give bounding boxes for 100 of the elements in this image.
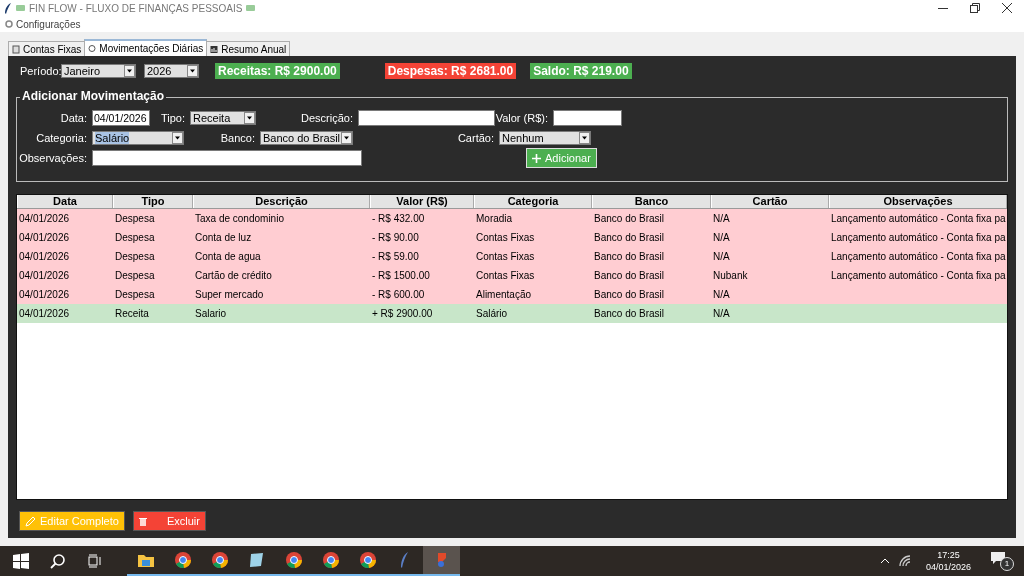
column-header[interactable]: Observações (829, 195, 1007, 208)
notification-badge: 1 (1000, 557, 1014, 571)
field-label: Banco: (219, 132, 255, 144)
table-cell-text: 04/01/2026 (18, 270, 71, 281)
notification-icon[interactable] (990, 551, 1006, 565)
table-row[interactable]: 04/01/2026 Despesa Cartão de crédito - R$ 1500.00 Contas Fixas Banco do Brasil Nubank Lançamento automático - Conta fixa pa (17, 266, 1007, 285)
windows-start-icon[interactable] (12, 553, 29, 569)
table-cell-text: Super mercado (194, 289, 265, 300)
table-cell-text: Contas Fixas (475, 251, 536, 262)
tab[interactable]: Movimentações Diárias (84, 39, 208, 56)
table-cell-text: Nubank (712, 270, 749, 281)
summary-badge: Despesas: R$ 2681.00 (384, 63, 517, 79)
pencil-icon (25, 515, 36, 527)
caret-icon (187, 65, 198, 77)
table-row[interactable]: 04/01/2026 Despesa Taxa de condominio - R$ 432.00 Moradia Banco do Brasil N/A Lançamento automático - Conta fixa pa (17, 209, 1007, 228)
document-icon (12, 44, 20, 54)
dropdown[interactable]: Receita (190, 111, 256, 125)
table-cell-text: - R$ 600.00 (371, 289, 426, 300)
table-cell-text: - R$ 90.00 (371, 232, 420, 243)
group-title: Adicionar Movimentação (20, 89, 167, 103)
table-cell-text: Taxa de condominio (194, 213, 285, 224)
table-row[interactable]: 04/01/2026 Despesa Super mercado - R$ 600.00 Alimentação Banco do Brasil N/A (17, 285, 1007, 304)
table-cell-text: Despesa (114, 232, 156, 243)
input-field[interactable] (358, 110, 495, 126)
table-cell-text: 04/01/2026 (18, 232, 71, 243)
window-title: FIN FLOW - FLUXO DE FINANÇAS PESSOAIS (29, 2, 243, 14)
column-header[interactable]: Banco (592, 195, 711, 208)
caret-icon (341, 132, 352, 144)
summary-badge: Saldo: R$ 219.00 (530, 63, 632, 79)
delete-button[interactable]: Excluir (132, 511, 206, 531)
task-view-icon[interactable] (87, 554, 102, 568)
chevron-up-icon[interactable] (879, 558, 890, 564)
table-cell-text: Cartão de crédito (194, 270, 273, 281)
column-header[interactable]: Valor (R$) (370, 195, 474, 208)
column-header[interactable]: Data (17, 195, 113, 208)
table-cell-text: Contas Fixas (475, 232, 536, 243)
clock-time[interactable]: 17:25 (937, 549, 960, 561)
table-cell-text: Salário (475, 308, 509, 319)
wifi-icon[interactable] (898, 555, 911, 567)
table-cell-text: Despesa (114, 270, 156, 281)
table-cell-text: Conta de luz (194, 232, 253, 243)
month-dropdown[interactable]: Janeiro (61, 64, 136, 78)
period-label: Período: (20, 65, 61, 77)
table-cell-text: Banco do Brasil (593, 213, 666, 224)
table-cell-text: Lançamento automático - Conta fixa pa (830, 213, 1007, 224)
table-cell-text: N/A (712, 213, 731, 224)
column-header[interactable]: Descrição (193, 195, 370, 208)
table-cell-text: Despesa (114, 251, 156, 262)
table-cell-text: 04/01/2026 (18, 289, 71, 300)
field-label: Cartão: (456, 132, 494, 144)
input-field[interactable]: 04/01/2026 (92, 110, 150, 126)
close-icon[interactable] (1002, 3, 1012, 13)
search-icon[interactable] (49, 553, 66, 569)
caret-icon (579, 132, 590, 144)
table-cell-text: Lançamento automático - Conta fixa pa (830, 251, 1007, 262)
table-cell-text: N/A (712, 308, 731, 319)
trash-icon (138, 516, 147, 526)
table-cell-text: Banco do Brasil (593, 289, 666, 300)
browser-icon (321, 551, 340, 569)
field-label: Data: (59, 112, 87, 124)
table-cell-text: Receita (114, 308, 150, 319)
input-field[interactable] (92, 150, 362, 166)
dropdown[interactable]: Nenhum (499, 131, 591, 145)
coin-icon (88, 44, 97, 53)
feather-icon (4, 2, 12, 14)
column-header[interactable]: Cartão (711, 195, 829, 208)
browser-icon (284, 551, 303, 569)
table-cell-text: 04/01/2026 (18, 308, 71, 319)
field-label: Observações: (18, 152, 87, 164)
table-cell-text: N/A (712, 251, 731, 262)
field-label: Tipo: (159, 112, 185, 124)
table-cell-text: 04/01/2026 (18, 213, 71, 224)
restore-icon[interactable] (970, 3, 980, 13)
table-cell-text: Banco do Brasil (593, 308, 666, 319)
table-cell-text: - R$ 432.00 (371, 213, 426, 224)
clock-date[interactable]: 04/01/2026 (925, 561, 971, 573)
table-cell-text: - R$ 59.00 (371, 251, 420, 262)
tab[interactable]: Contas Fixas (8, 41, 86, 56)
tab[interactable]: Resumo Anual (206, 41, 291, 56)
table-row[interactable]: 04/01/2026 Despesa Conta de agua - R$ 59.00 Contas Fixas Banco do Brasil N/A Lançamento automático - Conta fixa pa (17, 247, 1007, 266)
field-label: Descrição: (300, 112, 353, 124)
caret-icon (124, 65, 135, 77)
column-header[interactable]: Categoria (474, 195, 592, 208)
table-cell-text: N/A (712, 232, 731, 243)
browser-icon (173, 551, 192, 569)
caret-icon (244, 112, 255, 124)
table-row[interactable]: 04/01/2026 Despesa Conta de luz - R$ 90.00 Contas Fixas Banco do Brasil N/A Lançamento automático - Conta fixa pa (17, 228, 1007, 247)
plus-icon (532, 153, 541, 163)
table-cell-text: 04/01/2026 (18, 251, 71, 262)
table-cell-text: Salario (194, 308, 228, 319)
table-cell-text: - R$ 1500.00 (371, 270, 431, 281)
table-cell-text: Contas Fixas (475, 270, 536, 281)
year-dropdown[interactable]: 2026 (144, 64, 199, 78)
column-header[interactable]: Tipo (113, 195, 193, 208)
dropdown[interactable]: Banco do Brasil (260, 131, 353, 145)
table-cell-text: Moradia (475, 213, 514, 224)
input-field[interactable] (553, 110, 622, 126)
settings-menu[interactable]: Configurações (5, 18, 81, 30)
table-cell-text: Despesa (114, 213, 156, 224)
dropdown[interactable]: Salário (92, 131, 184, 145)
